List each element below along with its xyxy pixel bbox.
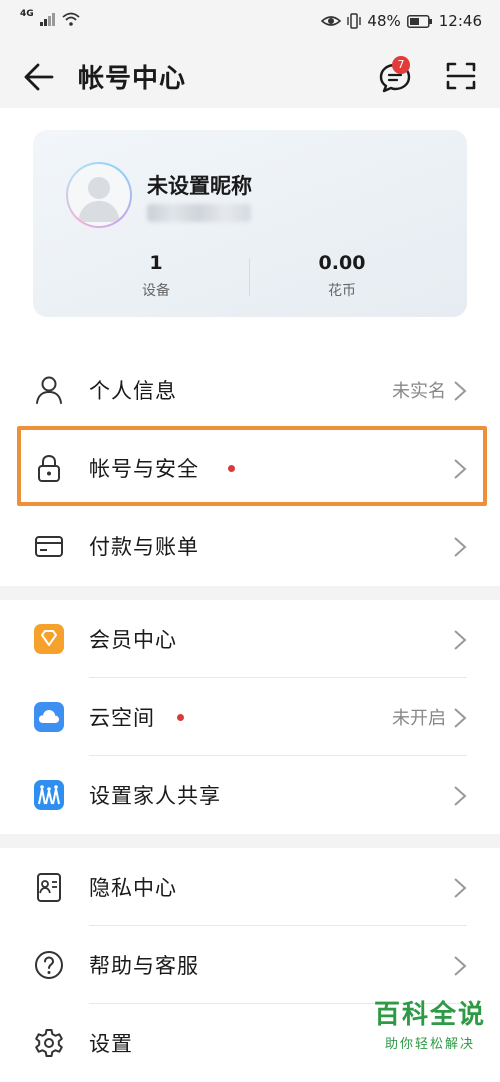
- devices-count: 1: [149, 252, 163, 274]
- content-area: 未设置昵称 1 设备 0.00 花币 个人信息 未实名 帐号与安全 付款与账单 …: [0, 108, 500, 1057]
- watermark-subtitle: 助你轻松解决: [384, 1037, 475, 1052]
- family-sharing-label: 设置家人共享: [89, 784, 221, 808]
- help-icon: [35, 951, 63, 979]
- diamond-icon: [34, 624, 64, 654]
- cloud-icon: [34, 702, 64, 732]
- menu-item-personal-info[interactable]: 个人信息 未实名: [0, 351, 500, 429]
- membership-label: 会员中心: [89, 628, 177, 652]
- chevron-right-icon: [454, 537, 467, 557]
- scan-icon[interactable]: [445, 60, 477, 92]
- section-gap: [0, 834, 500, 848]
- battery-percent: 48%: [367, 12, 401, 30]
- settings-label: 设置: [89, 1032, 133, 1056]
- nickname: 未设置昵称: [147, 174, 252, 198]
- menu-item-membership[interactable]: 会员中心: [0, 600, 500, 678]
- section-gap: [0, 586, 500, 600]
- notification-dot: [177, 714, 184, 721]
- privacy-label: 隐私中心: [89, 876, 177, 900]
- profile-card[interactable]: 未设置昵称 1 设备 0.00 花币: [33, 130, 467, 317]
- personal-info-label: 个人信息: [89, 379, 177, 403]
- privacy-icon: [37, 873, 61, 902]
- clock: 12:46: [438, 12, 482, 30]
- signal-icon: [39, 13, 55, 26]
- devices-label: 设备: [142, 283, 170, 299]
- avatar[interactable]: [66, 162, 132, 228]
- watermark: 百科全说 助你轻松解决: [360, 994, 500, 1054]
- huabi-amount: 0.00: [318, 252, 366, 274]
- huabi-label: 花币: [328, 283, 356, 299]
- help-label: 帮助与客服: [89, 954, 199, 978]
- family-icon: [34, 780, 64, 810]
- default-avatar-icon: [78, 177, 120, 222]
- message-badge: 7: [392, 56, 410, 74]
- cloud-label: 云空间: [89, 706, 155, 730]
- cloud-status: 未开启: [392, 708, 446, 729]
- network-label: 4G: [20, 9, 34, 19]
- gear-icon: [35, 1029, 63, 1057]
- menu-item-family-sharing[interactable]: 设置家人共享: [0, 756, 500, 834]
- card-icon: [35, 536, 63, 557]
- menu-item-privacy[interactable]: 隐私中心: [0, 848, 500, 926]
- eye-comfort-icon: [321, 16, 342, 26]
- payment-label: 付款与账单: [89, 535, 199, 559]
- huabi-stat[interactable]: 0.00 花币: [282, 252, 402, 300]
- stat-divider: [249, 258, 250, 296]
- chevron-right-icon: [454, 630, 467, 650]
- battery-icon: [406, 14, 432, 28]
- app-bar: 帐号中心 7: [0, 44, 500, 108]
- menu-item-cloud[interactable]: 云空间 未开启: [0, 678, 500, 756]
- account-id-blurred: [147, 204, 251, 222]
- chevron-right-icon: [454, 708, 467, 728]
- person-icon: [36, 376, 62, 404]
- back-arrow-icon[interactable]: [22, 61, 54, 93]
- status-bar: 4G 48% 12:46: [0, 0, 500, 44]
- devices-stat[interactable]: 1 设备: [96, 252, 216, 300]
- menu-item-payment[interactable]: 付款与账单: [0, 507, 500, 585]
- watermark-title: 百科全说: [373, 1000, 486, 1030]
- highlight-box: [17, 426, 487, 506]
- vibrate-icon: [347, 13, 362, 29]
- chevron-right-icon: [454, 786, 467, 806]
- personal-info-status: 未实名: [392, 381, 446, 402]
- chevron-right-icon: [454, 878, 467, 898]
- menu-item-help[interactable]: 帮助与客服: [0, 926, 500, 1004]
- page-title: 帐号中心: [78, 64, 187, 94]
- wifi-icon: [62, 12, 80, 26]
- chevron-right-icon: [454, 956, 467, 976]
- chevron-right-icon: [454, 381, 467, 401]
